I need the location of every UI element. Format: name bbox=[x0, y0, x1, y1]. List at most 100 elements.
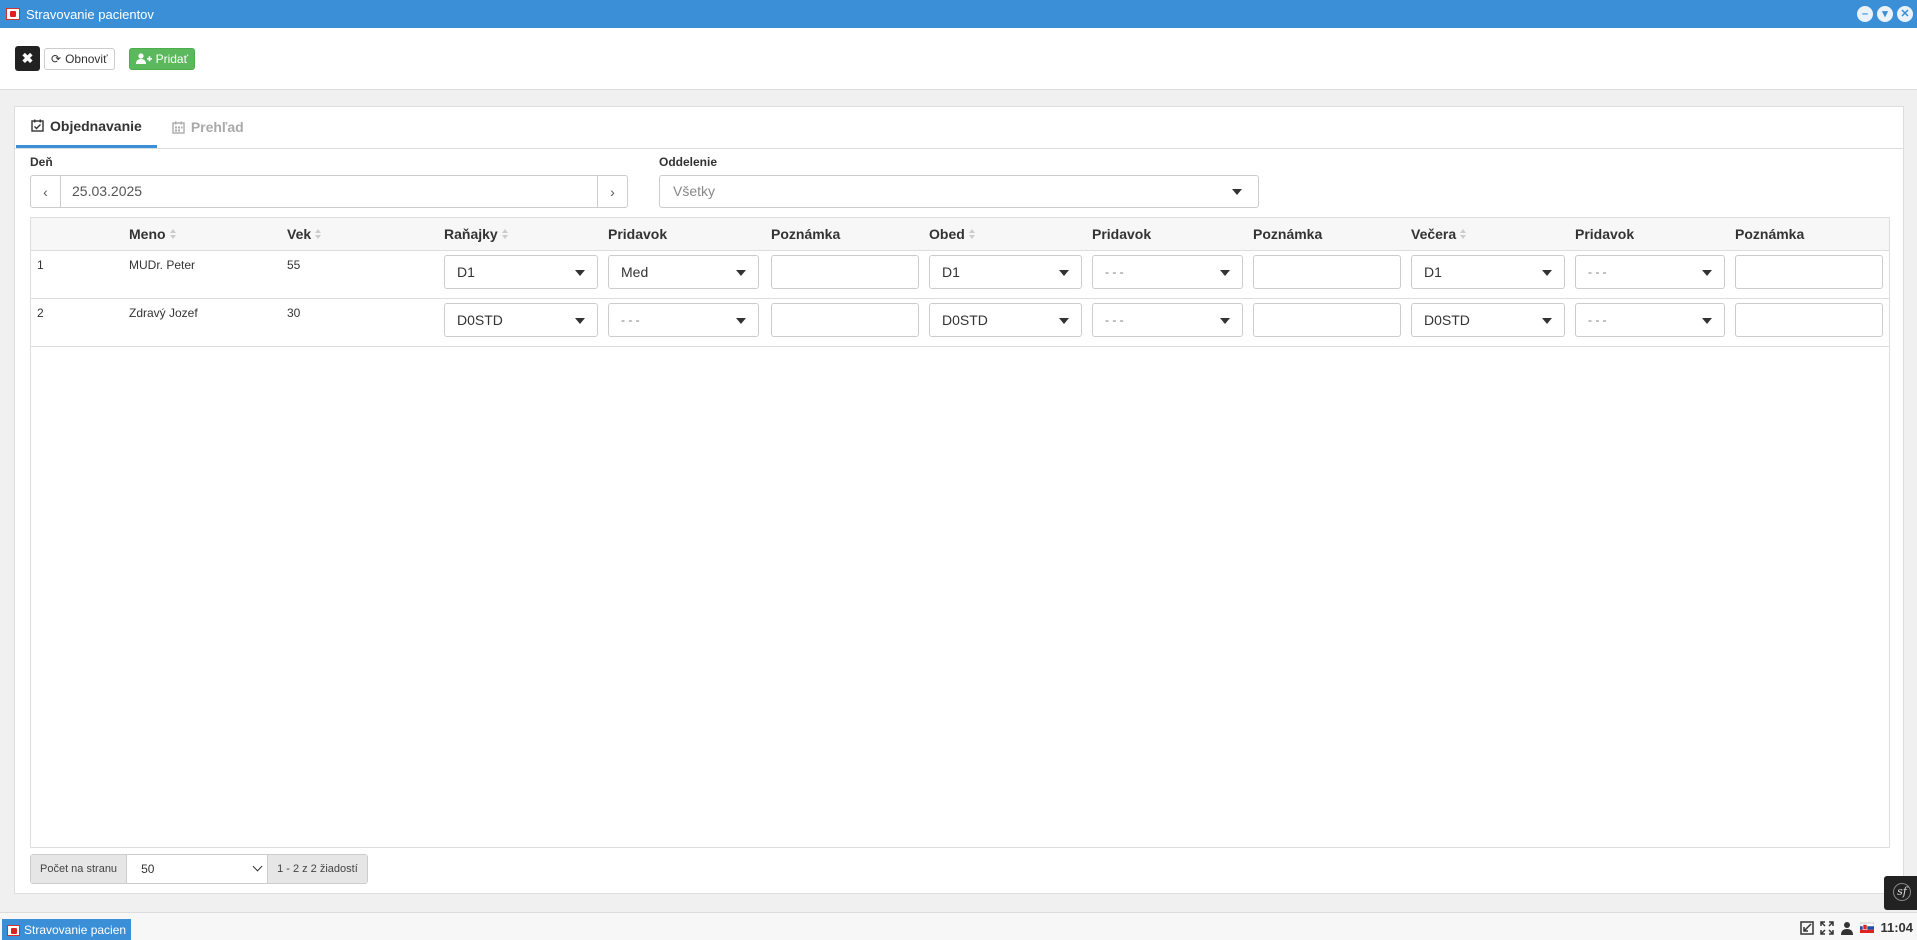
add-user-icon bbox=[135, 52, 152, 64]
refresh-label: Obnoviť bbox=[65, 51, 108, 66]
refresh-icon: ⟳ bbox=[51, 51, 62, 66]
dept-select[interactable]: Všetky bbox=[659, 175, 1259, 208]
sort-icon bbox=[169, 229, 177, 239]
pager: Počet na stranu 50 1 - 2 z 2 žiadostí bbox=[30, 854, 368, 884]
window-titlebar: Stravovanie pacientov – ▾ ✕ bbox=[0, 0, 1917, 28]
column-header-pridavok: Pridavok bbox=[1575, 226, 1635, 242]
lunch-extra-select[interactable]: - - - bbox=[1092, 303, 1243, 337]
day-label: Deň bbox=[30, 155, 53, 169]
grid-header: Meno Vek Raňajky Pridavok Poznámka Obed … bbox=[31, 218, 1889, 251]
close-button[interactable]: ✖ bbox=[15, 46, 40, 71]
column-header-ranajky[interactable]: Raňajky bbox=[444, 226, 509, 242]
column-header-meno[interactable]: Meno bbox=[129, 226, 177, 242]
chevron-down-icon bbox=[252, 861, 263, 872]
dept-value: Všetky bbox=[673, 183, 716, 199]
toolbar: ✖ ⟳ Obnoviť Pridať bbox=[0, 28, 1917, 90]
fullscreen-icon[interactable] bbox=[1820, 920, 1835, 935]
caret-down-icon bbox=[1232, 189, 1242, 195]
lunch-select[interactable]: D1 bbox=[929, 255, 1082, 289]
taskbar-item-label: Stravovanie pacien bbox=[24, 923, 127, 937]
system-tray: 11:04 bbox=[1800, 920, 1913, 935]
table-row: 1 MUDr. Peter 55 D1 Med D1 - - - D1 - - … bbox=[31, 251, 1889, 299]
chevron-right-icon: › bbox=[610, 183, 615, 200]
symfony-toolbar-toggle[interactable]: sf bbox=[1884, 876, 1917, 910]
per-page-select[interactable]: 50 bbox=[127, 855, 268, 883]
clock: 11:04 bbox=[1880, 920, 1913, 935]
column-header-vecera[interactable]: Večera bbox=[1411, 226, 1467, 242]
window-controls: – ▾ ✕ bbox=[1857, 6, 1913, 22]
app-icon bbox=[6, 8, 20, 20]
chevron-left-icon: ‹ bbox=[43, 183, 48, 200]
sort-icon bbox=[315, 229, 322, 239]
dinner-select[interactable]: D1 bbox=[1411, 255, 1565, 289]
caret-down-icon bbox=[1702, 270, 1712, 276]
caret-down-icon bbox=[1542, 270, 1552, 276]
lunch-select[interactable]: D0STD bbox=[929, 303, 1082, 337]
calendar-check-icon bbox=[31, 119, 44, 132]
close-icon[interactable]: ✕ bbox=[1897, 6, 1913, 22]
tab-label: Objednavanie bbox=[50, 117, 142, 134]
patient-age: 30 bbox=[287, 306, 301, 320]
prev-day-button[interactable]: ‹ bbox=[31, 176, 61, 207]
caret-down-icon bbox=[575, 318, 585, 324]
chevron-down-icon[interactable]: ▾ bbox=[1877, 6, 1893, 22]
main-panel: Objednavanie Prehľad Deň ‹ 25.03.2025 › … bbox=[14, 106, 1904, 894]
column-header-poznamka: Poznámka bbox=[1735, 226, 1805, 242]
dinner-select[interactable]: D0STD bbox=[1411, 303, 1565, 337]
caret-down-icon bbox=[1702, 318, 1712, 324]
per-page-label: Počet na stranu bbox=[31, 855, 128, 883]
minimize-icon[interactable]: – bbox=[1857, 6, 1873, 22]
breakfast-note-input[interactable] bbox=[771, 255, 919, 289]
breakfast-extra-select[interactable]: Med bbox=[608, 255, 759, 289]
dinner-note-input[interactable] bbox=[1735, 303, 1883, 337]
flag-icon[interactable] bbox=[1860, 921, 1875, 935]
add-label: Pridať bbox=[155, 51, 189, 66]
taskbar-item[interactable]: Stravovanie pacien bbox=[2, 919, 132, 940]
tab-objednavanie[interactable]: Objednavanie bbox=[16, 106, 157, 148]
tab-bar: Objednavanie Prehľad bbox=[15, 107, 1903, 149]
breakfast-select[interactable]: D0STD bbox=[444, 303, 598, 337]
window-title: Stravovanie pacientov bbox=[26, 6, 154, 22]
patient-name: Zdravý Jozef bbox=[129, 306, 198, 320]
tab-label: Prehľad bbox=[190, 119, 244, 135]
pager-info: 1 - 2 z 2 žiadostí bbox=[267, 855, 367, 883]
day-picker: ‹ 25.03.2025 › bbox=[30, 175, 628, 208]
dept-label: Oddelenie bbox=[659, 155, 718, 169]
sort-icon bbox=[501, 229, 509, 239]
dinner-extra-select[interactable]: - - - bbox=[1575, 255, 1725, 289]
day-input[interactable]: 25.03.2025 bbox=[61, 176, 597, 207]
sort-icon bbox=[1460, 229, 1467, 239]
orders-grid: Meno Vek Raňajky Pridavok Poznámka Obed … bbox=[30, 217, 1890, 848]
dinner-note-input[interactable] bbox=[1735, 255, 1883, 289]
dinner-extra-select[interactable]: - - - bbox=[1575, 303, 1725, 337]
breakfast-note-input[interactable] bbox=[771, 303, 919, 337]
minimize-window-icon[interactable] bbox=[1800, 920, 1815, 935]
breakfast-extra-select[interactable]: - - - bbox=[608, 303, 759, 337]
add-button[interactable]: Pridať bbox=[128, 47, 196, 70]
row-number: 2 bbox=[37, 306, 44, 320]
caret-down-icon bbox=[575, 270, 585, 276]
next-day-button[interactable]: › bbox=[597, 176, 627, 207]
column-header-pridavok: Pridavok bbox=[608, 226, 668, 242]
lunch-note-input[interactable] bbox=[1253, 303, 1401, 337]
user-icon[interactable] bbox=[1840, 921, 1854, 935]
column-header-poznamka: Poznámka bbox=[771, 226, 841, 242]
patient-name: MUDr. Peter bbox=[129, 258, 196, 272]
lunch-extra-select[interactable]: - - - bbox=[1092, 255, 1243, 289]
tab-prehlad[interactable]: Prehľad bbox=[157, 106, 259, 148]
refresh-button[interactable]: ⟳ Obnoviť bbox=[44, 47, 115, 70]
column-header-vek[interactable]: Vek bbox=[287, 226, 322, 242]
column-header-obed[interactable]: Obed bbox=[929, 226, 976, 242]
lunch-note-input[interactable] bbox=[1253, 255, 1401, 289]
calendar-icon bbox=[172, 121, 185, 134]
breakfast-select[interactable]: D1 bbox=[444, 255, 598, 289]
column-header-poznamka: Poznámka bbox=[1253, 226, 1323, 242]
symfony-icon: sf bbox=[1893, 883, 1911, 901]
caret-down-icon bbox=[1542, 318, 1552, 324]
caret-down-icon bbox=[1220, 318, 1230, 324]
app-icon bbox=[7, 924, 20, 936]
taskbar: Stravovanie pacien 11:04 bbox=[0, 912, 1917, 940]
row-number: 1 bbox=[37, 258, 44, 272]
caret-down-icon bbox=[1220, 270, 1230, 276]
column-header-pridavok: Pridavok bbox=[1092, 226, 1152, 242]
